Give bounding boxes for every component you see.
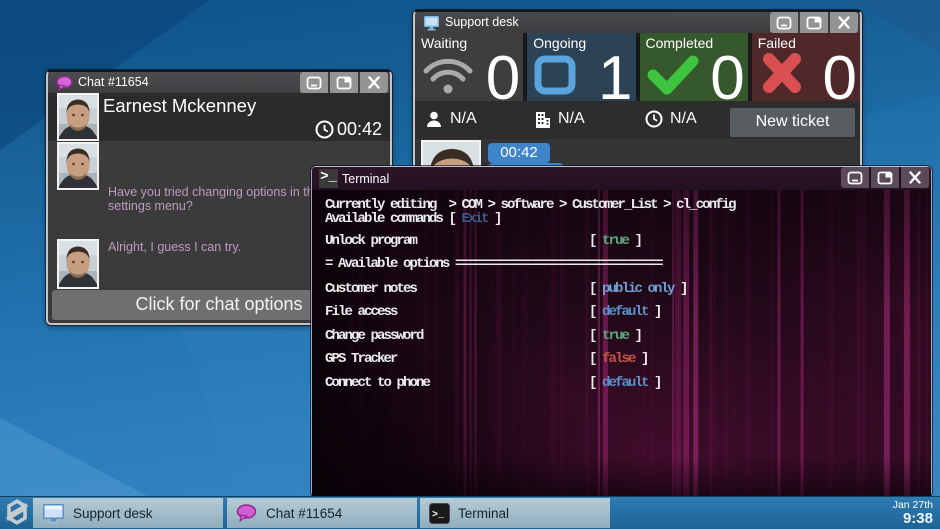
svg-text:>_: >_ [432, 510, 445, 521]
